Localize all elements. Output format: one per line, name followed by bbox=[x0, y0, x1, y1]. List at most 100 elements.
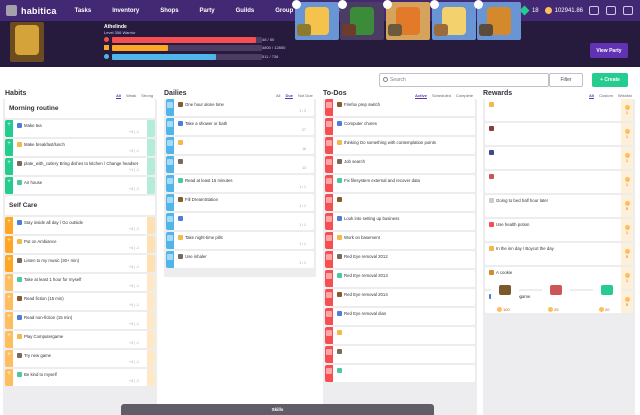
dailies-task[interactable]: Take a shower or bath 27 bbox=[166, 118, 314, 135]
reward-buy-button[interactable]: 5 bbox=[621, 195, 633, 217]
reward-item[interactable]: In the inn day / Boycot the day 5 bbox=[485, 243, 633, 265]
minus-button[interactable] bbox=[147, 331, 155, 348]
dailies-task[interactable]: Read at least 15 minutes 1 / 1 bbox=[166, 175, 314, 192]
habits-task-control[interactable]: + bbox=[5, 331, 13, 348]
task-checkbox[interactable] bbox=[167, 216, 173, 222]
minus-button[interactable] bbox=[147, 120, 155, 137]
plus-icon[interactable]: + bbox=[5, 295, 13, 301]
todos-task-control[interactable] bbox=[325, 213, 333, 230]
todos-task[interactable]: Firefox prep switch bbox=[325, 99, 475, 116]
todos-task[interactable]: Look into setting up business bbox=[325, 213, 475, 230]
habits-task[interactable]: + Stay inside all day / Go outside +4 | -1 bbox=[5, 217, 155, 234]
plus-icon[interactable]: + bbox=[5, 238, 13, 244]
dailies-task-control[interactable] bbox=[166, 232, 174, 249]
task-checkbox[interactable] bbox=[326, 121, 332, 127]
task-checkbox[interactable] bbox=[167, 235, 173, 241]
todos-task[interactable]: Fix filesystem external and recover data bbox=[325, 175, 475, 192]
minus-button[interactable] bbox=[147, 177, 155, 194]
dailies-task-control[interactable] bbox=[166, 213, 174, 230]
nav-item-shops[interactable]: Shops bbox=[160, 8, 178, 14]
todos-task[interactable]: Red Eye removal 2014 bbox=[325, 289, 475, 306]
dailies-task-control[interactable] bbox=[166, 194, 174, 211]
nav-item-party[interactable]: Party bbox=[200, 8, 215, 14]
todos-task-control[interactable] bbox=[325, 194, 333, 211]
todos-task[interactable]: Red Eye removal 2012 bbox=[325, 251, 475, 268]
habits-task-control[interactable]: + bbox=[5, 236, 13, 253]
plus-icon[interactable]: + bbox=[5, 371, 13, 377]
task-checkbox[interactable] bbox=[326, 197, 332, 203]
plus-icon[interactable]: + bbox=[5, 352, 13, 358]
shop-item[interactable]: 20 bbox=[593, 277, 621, 312]
task-checkbox[interactable] bbox=[326, 273, 332, 279]
todos-task[interactable]: Red Eye removal dias bbox=[325, 308, 475, 325]
view-party-button[interactable]: View Party bbox=[590, 43, 628, 58]
plus-icon[interactable]: + bbox=[5, 219, 13, 225]
plus-icon[interactable]: + bbox=[5, 257, 13, 263]
todos-task-control[interactable] bbox=[325, 308, 333, 325]
reward-item[interactable]: 1 bbox=[485, 147, 633, 169]
reward-buy-button[interactable]: 5 bbox=[621, 243, 633, 265]
reward-item[interactable]: Going to bed half hour later 5 bbox=[485, 195, 633, 217]
plus-icon[interactable]: + bbox=[5, 276, 13, 282]
reward-item[interactable]: Use health potion 1 bbox=[485, 219, 633, 241]
habits-task-control[interactable]: + bbox=[5, 274, 13, 291]
habits-task-control[interactable]: + bbox=[5, 293, 13, 310]
dailies-task[interactable]: One hour alone time 1 / 3 bbox=[166, 99, 314, 116]
minus-button[interactable] bbox=[147, 369, 155, 386]
habits-task[interactable]: + Make tea +4 | -1 bbox=[5, 120, 155, 137]
todos-task-control[interactable] bbox=[325, 251, 333, 268]
reward-buy-button[interactable]: 1 bbox=[621, 171, 633, 193]
habits-task-control[interactable]: + bbox=[5, 312, 13, 329]
task-checkbox[interactable] bbox=[326, 349, 332, 355]
nav-item-inventory[interactable]: Inventory bbox=[112, 8, 139, 14]
task-checkbox[interactable] bbox=[326, 216, 332, 222]
task-checkbox[interactable] bbox=[326, 140, 332, 146]
plus-icon[interactable]: + bbox=[5, 160, 13, 166]
dailies-task[interactable]: 1 / 1 bbox=[166, 213, 314, 230]
plus-icon[interactable]: + bbox=[5, 141, 13, 147]
dailies-task-control[interactable] bbox=[166, 156, 174, 173]
habits-task-control[interactable]: + bbox=[5, 139, 13, 156]
habits-task[interactable]: + Play Computergame +4 | -1 bbox=[5, 331, 155, 348]
nav-item-tasks[interactable]: Tasks bbox=[75, 8, 92, 14]
dailies-task-control[interactable] bbox=[166, 118, 174, 135]
nav-item-guilds[interactable]: Guilds bbox=[236, 8, 255, 14]
habits-task-control[interactable]: + bbox=[5, 120, 13, 137]
todos-task-control[interactable] bbox=[325, 175, 333, 192]
plus-icon[interactable]: + bbox=[5, 122, 13, 128]
task-checkbox[interactable] bbox=[167, 254, 173, 260]
minus-button[interactable] bbox=[147, 217, 155, 234]
task-checkbox[interactable] bbox=[167, 178, 173, 184]
plus-icon[interactable]: + bbox=[5, 314, 13, 320]
habits-task[interactable]: + Make breakfast/lunch +4 | -1 bbox=[5, 139, 155, 156]
todos-task-control[interactable] bbox=[325, 232, 333, 249]
user-menu-icon[interactable] bbox=[623, 6, 633, 15]
todos-task[interactable] bbox=[325, 346, 475, 363]
dailies-task[interactable]: Use inhaler 1 / 1 bbox=[166, 251, 314, 268]
dailies-task[interactable]: Take night-time pills 1 / 1 bbox=[166, 232, 314, 249]
todos-task[interactable] bbox=[325, 365, 475, 382]
minus-button[interactable] bbox=[147, 312, 155, 329]
minus-button[interactable] bbox=[147, 158, 155, 175]
reward-item[interactable]: 1 bbox=[485, 99, 633, 121]
task-checkbox[interactable] bbox=[167, 140, 173, 146]
habits-task-control[interactable]: + bbox=[5, 158, 13, 175]
dailies-task-control[interactable] bbox=[166, 175, 174, 192]
todos-task-control[interactable] bbox=[325, 327, 333, 344]
create-button[interactable]: + Create bbox=[592, 73, 628, 87]
habits-task[interactable]: + Read fiction (15 min) +4 | -1 bbox=[5, 293, 155, 310]
task-checkbox[interactable] bbox=[326, 292, 332, 298]
skills-bar[interactable]: Skills bbox=[121, 404, 434, 415]
logo[interactable]: habitica bbox=[6, 5, 57, 16]
todos-task-control[interactable] bbox=[325, 99, 333, 116]
todos-task[interactable]: Job search bbox=[325, 156, 475, 173]
minus-button[interactable] bbox=[147, 255, 155, 272]
habits-task[interactable]: + Air house +4 | -1 bbox=[5, 177, 155, 194]
task-checkbox[interactable] bbox=[326, 311, 332, 317]
reward-buy-button[interactable]: 1 bbox=[621, 147, 633, 169]
todos-task-control[interactable] bbox=[325, 346, 333, 363]
dailies-task[interactable]: 16 bbox=[166, 137, 314, 154]
todos-task-control[interactable] bbox=[325, 365, 333, 382]
todos-task[interactable] bbox=[325, 194, 475, 211]
todos-task[interactable]: Work on basement bbox=[325, 232, 475, 249]
